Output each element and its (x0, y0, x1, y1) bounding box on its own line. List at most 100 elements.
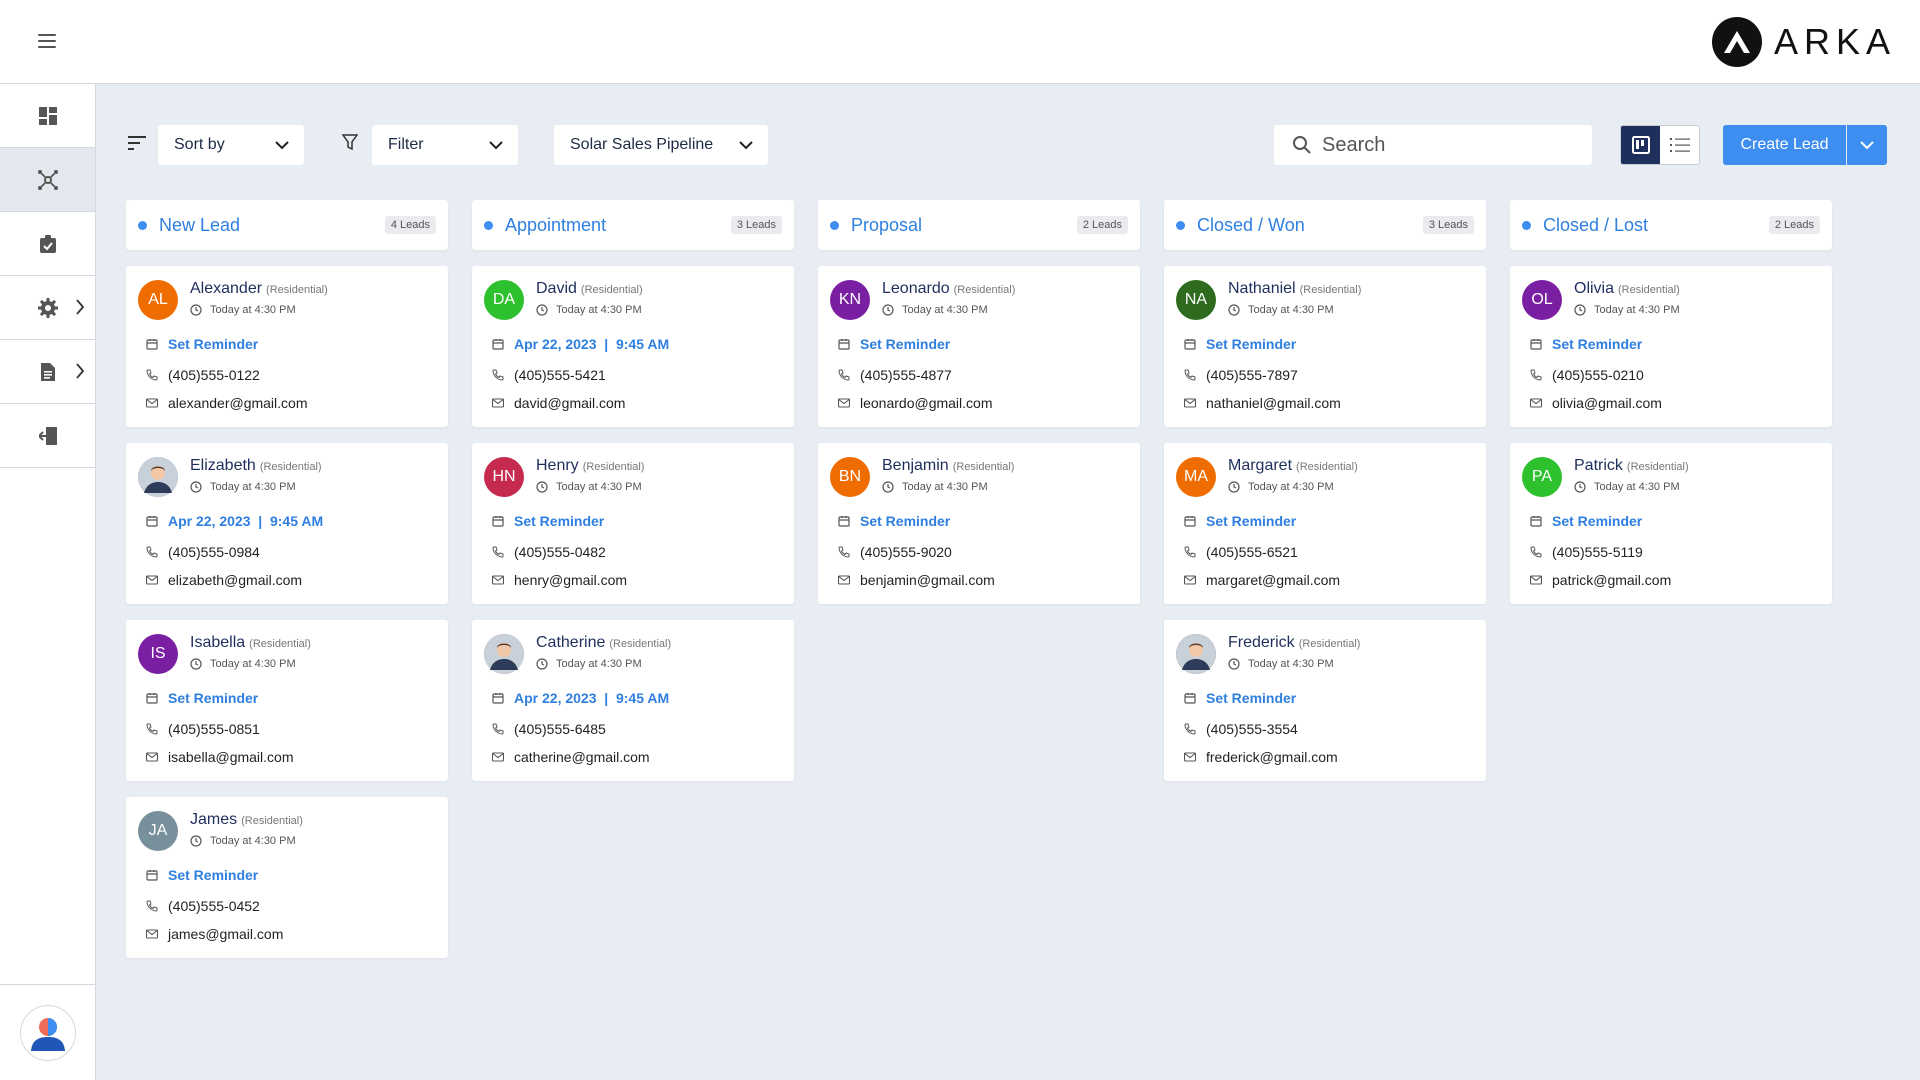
lead-card[interactable]: HN Henry (Residential) Today at 4:30 PM Set … (472, 443, 794, 604)
lead-phone[interactable]: (405)555-3554 (1206, 721, 1298, 737)
lead-email[interactable]: james@gmail.com (168, 926, 283, 942)
lead-card[interactable]: IS Isabella (Residential) Today at 4:30 PM S… (126, 620, 448, 781)
hamburger-menu-icon[interactable] (38, 34, 56, 48)
set-reminder-link[interactable]: Set Reminder (146, 690, 258, 706)
lead-email[interactable]: benjamin@gmail.com (860, 572, 995, 588)
set-reminder-link[interactable]: Set Reminder (146, 867, 258, 883)
reminder-date[interactable]: Apr 22, 2023 | 9:45 AM (492, 336, 669, 352)
column-header[interactable]: Proposal 2 Leads (818, 200, 1140, 250)
lead-email[interactable]: alexander@gmail.com (168, 395, 308, 411)
lead-card[interactable]: BN Benjamin (Residential) Today at 4:30 PM S… (818, 443, 1140, 604)
create-lead-button[interactable]: Create Lead (1723, 125, 1846, 165)
set-reminder-link[interactable]: Set Reminder (492, 513, 604, 529)
set-reminder-link[interactable]: Set Reminder (1530, 336, 1642, 352)
lead-phone[interactable]: (405)555-0210 (1552, 367, 1644, 383)
column-header[interactable]: Closed / Lost 2 Leads (1510, 200, 1832, 250)
column-header[interactable]: Appointment 3 Leads (472, 200, 794, 250)
set-reminder-link[interactable]: Set Reminder (838, 336, 950, 352)
user-avatar[interactable] (0, 984, 96, 1080)
set-reminder-link[interactable]: Set Reminder (838, 513, 950, 529)
filter-dropdown[interactable]: Filter (372, 125, 518, 165)
lead-phone[interactable]: (405)555-7897 (1206, 367, 1298, 383)
lead-phone[interactable]: (405)555-0984 (168, 544, 260, 560)
lead-phone[interactable]: (405)555-5119 (1552, 544, 1643, 560)
lead-card[interactable]: Catherine (Residential) Today at 4:30 PM Ap… (472, 620, 794, 781)
sidebar-item-documents[interactable] (0, 340, 95, 404)
sort-dropdown[interactable]: Sort by (158, 125, 304, 165)
lead-email[interactable]: david@gmail.com (514, 395, 625, 411)
set-reminder-link[interactable]: Set Reminder (1530, 513, 1642, 529)
lead-time: Today at 4:30 PM (1248, 304, 1334, 316)
lead-name[interactable]: David (536, 280, 577, 297)
filter-icon[interactable] (342, 134, 358, 150)
lead-phone[interactable]: (405)555-0482 (514, 544, 606, 560)
sidebar-item-settings[interactable] (0, 276, 95, 340)
lead-card[interactable]: JA James (Residential) Today at 4:30 PM Set … (126, 797, 448, 958)
lead-name[interactable]: Catherine (536, 634, 605, 651)
lead-phone[interactable]: (405)555-0851 (168, 721, 260, 737)
column-header[interactable]: Closed / Won 3 Leads (1164, 200, 1486, 250)
sidebar-item-leads[interactable] (0, 148, 95, 212)
lead-phone[interactable]: (405)555-6485 (514, 721, 606, 737)
lead-card[interactable]: KN Leonardo (Residential) Today at 4:30 PM S… (818, 266, 1140, 427)
lead-email[interactable]: frederick@gmail.com (1206, 749, 1338, 765)
lead-name[interactable]: Alexander (190, 280, 262, 297)
sort-icon[interactable] (128, 136, 146, 150)
sidebar-item-tasks[interactable] (0, 212, 95, 276)
lead-email[interactable]: catherine@gmail.com (514, 749, 650, 765)
set-reminder-link[interactable]: Set Reminder (1184, 690, 1296, 706)
set-reminder-link[interactable]: Set Reminder (146, 336, 258, 352)
lead-name[interactable]: James (190, 811, 237, 828)
lead-name[interactable]: Olivia (1574, 280, 1614, 297)
lead-card[interactable]: DA David (Residential) Today at 4:30 PM Apr … (472, 266, 794, 427)
calendar-icon (1184, 516, 1196, 527)
brand-logo: ARKA (1711, 16, 1896, 68)
lead-name[interactable]: Patrick (1574, 457, 1623, 474)
lead-name[interactable]: Benjamin (882, 457, 949, 474)
lead-phone[interactable]: (405)555-0452 (168, 898, 260, 914)
lead-card[interactable]: Elizabeth (Residential) Today at 4:30 PM Ap… (126, 443, 448, 604)
sidebar-item-logout[interactable] (0, 404, 95, 468)
lead-card[interactable]: MA Margaret (Residential) Today at 4:30 PM S… (1164, 443, 1486, 604)
reminder-date[interactable]: Apr 22, 2023 | 9:45 AM (146, 513, 323, 529)
lead-phone[interactable]: (405)555-6521 (1206, 544, 1298, 560)
lead-email[interactable]: nathaniel@gmail.com (1206, 395, 1341, 411)
lead-email[interactable]: henry@gmail.com (514, 572, 627, 588)
phone-icon (492, 546, 504, 558)
column-header[interactable]: New Lead 4 Leads (126, 200, 448, 250)
lead-phone[interactable]: (405)555-0122 (168, 367, 260, 383)
lead-phone[interactable]: (405)555-9020 (860, 544, 952, 560)
lead-name[interactable]: Frederick (1228, 634, 1295, 651)
lead-card[interactable]: NA Nathaniel (Residential) Today at 4:30 PM… (1164, 266, 1486, 427)
set-reminder-link[interactable]: Set Reminder (1184, 513, 1296, 529)
lead-email[interactable]: isabella@gmail.com (168, 749, 293, 765)
lead-name[interactable]: Elizabeth (190, 457, 256, 474)
lead-email[interactable]: olivia@gmail.com (1552, 395, 1662, 411)
pipeline-dropdown[interactable]: Solar Sales Pipeline (554, 125, 768, 165)
search-input[interactable] (1322, 133, 1572, 157)
lead-card[interactable]: AL Alexander (Residential) Today at 4:30 PM… (126, 266, 448, 427)
create-lead-menu-button[interactable] (1847, 125, 1887, 165)
lead-card[interactable]: PA Patrick (Residential) Today at 4:30 PM Se… (1510, 443, 1832, 604)
sidebar-item-dashboard[interactable] (0, 84, 95, 148)
reminder-date[interactable]: Apr 22, 2023 | 9:45 AM (492, 690, 669, 706)
lead-card[interactable]: OL Olivia (Residential) Today at 4:30 PM Set… (1510, 266, 1832, 427)
chevron-down-icon (489, 141, 503, 150)
lead-email[interactable]: leonardo@gmail.com (860, 395, 993, 411)
lead-email[interactable]: patrick@gmail.com (1552, 572, 1671, 588)
lead-name[interactable]: Leonardo (882, 280, 950, 297)
lead-card[interactable]: Frederick (Residential) Today at 4:30 PM Se… (1164, 620, 1486, 781)
lead-name[interactable]: Margaret (1228, 457, 1292, 474)
board-view-button[interactable] (1621, 126, 1660, 164)
list-view-button[interactable] (1660, 126, 1699, 164)
lead-name[interactable]: Isabella (190, 634, 245, 651)
lead-phone[interactable]: (405)555-5421 (514, 367, 606, 383)
lead-name[interactable]: Henry (536, 457, 579, 474)
lead-phone[interactable]: (405)555-4877 (860, 367, 952, 383)
phone-icon (838, 369, 850, 381)
lead-email[interactable]: elizabeth@gmail.com (168, 572, 302, 588)
lead-name[interactable]: Nathaniel (1228, 280, 1296, 297)
lead-email[interactable]: margaret@gmail.com (1206, 572, 1340, 588)
set-reminder-link[interactable]: Set Reminder (1184, 336, 1296, 352)
calendar-icon (146, 339, 158, 350)
